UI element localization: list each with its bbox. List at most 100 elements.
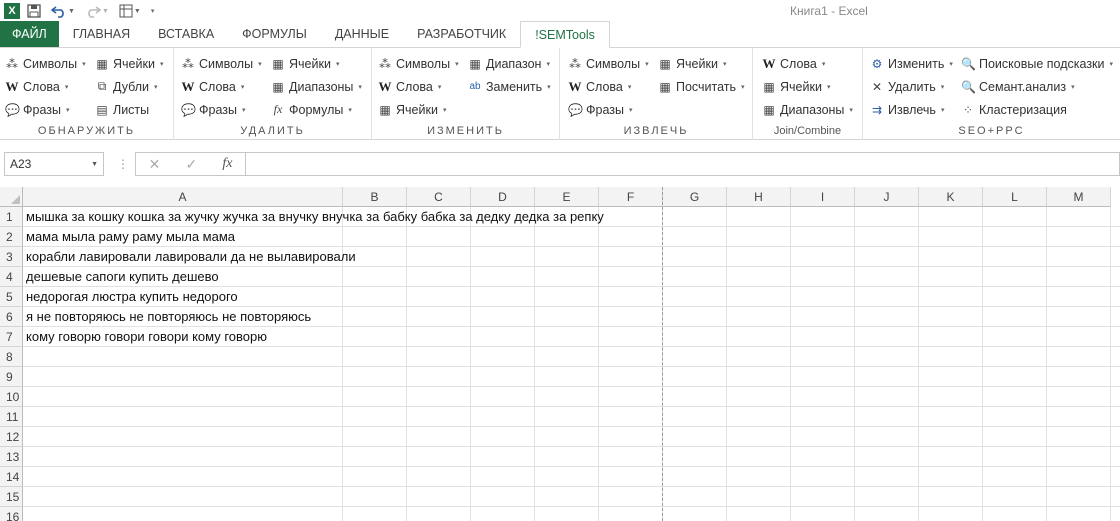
cell-a7[interactable]: кому говорю говори говори кому говорю — [26, 327, 267, 347]
select-all-corner[interactable] — [0, 187, 23, 207]
cell-a5[interactable]: недорогая люстра купить недорого — [26, 287, 238, 307]
extract-phrases-button[interactable]: 💬 Фразы ▾ — [568, 98, 649, 121]
row-header-14[interactable]: 14 — [0, 467, 23, 487]
delete-cells-button[interactable]: ▦ Ячейки ▾ — [271, 52, 362, 75]
gridline — [470, 207, 471, 521]
row-header-12[interactable]: 12 — [0, 427, 23, 447]
ranges-icon: ▦ — [763, 102, 775, 117]
delete-phrases-button[interactable]: 💬 Фразы ▾ — [181, 98, 262, 121]
detect-duplicates-button[interactable]: ⧉ Дубли ▾ — [95, 75, 163, 98]
clustering-button[interactable]: ⁘ Кластеризация — [961, 98, 1113, 121]
column-header-a[interactable]: A — [23, 187, 343, 207]
fx-icon: fx — [273, 102, 283, 116]
extract-words-button[interactable]: W Слова ▾ — [568, 75, 649, 98]
tab-file[interactable]: ФАЙЛ — [0, 21, 59, 47]
row-header-1[interactable]: 1 — [0, 207, 23, 227]
column-header-g[interactable]: G — [663, 187, 727, 207]
column-header-m[interactable]: M — [1047, 187, 1111, 207]
column-header-h[interactable]: H — [727, 187, 791, 207]
gridline — [23, 386, 1120, 387]
row-header-10[interactable]: 10 — [0, 387, 23, 407]
column-header-c[interactable]: C — [407, 187, 471, 207]
insert-function-icon[interactable]: fx — [222, 156, 232, 172]
cell-a3[interactable]: корабли лавировали лавировали да не выла… — [26, 247, 356, 267]
gridline — [23, 486, 1120, 487]
title-bar: X ▼ ▼ ▼ ▾ Книга1 - Excel — [0, 0, 1120, 22]
cell-a2[interactable]: мама мыла раму раму мыла мама — [26, 227, 235, 247]
search-suggestions-button[interactable]: 🔍 Поисковые подсказки ▾ — [961, 52, 1113, 75]
row-header-6[interactable]: 6 — [0, 307, 23, 327]
symbols-icon: ⁂ — [569, 56, 581, 71]
delete-symbols-button[interactable]: ⁂ Символы ▾ — [181, 52, 262, 75]
row-header-5[interactable]: 5 — [0, 287, 23, 307]
row-header-3[interactable]: 3 — [0, 247, 23, 267]
column-header-k[interactable]: K — [919, 187, 983, 207]
tab-developer[interactable]: РАЗРАБОТЧИК — [403, 21, 520, 47]
words-icon: W — [378, 78, 392, 94]
grip-icon[interactable]: ⋮ — [117, 157, 129, 171]
column-header-i[interactable]: I — [791, 187, 855, 207]
modify-cells-button[interactable]: ▦ Ячейки ▾ — [378, 98, 459, 121]
delete-formulas-button[interactable]: fx Формулы ▾ — [271, 98, 362, 121]
name-box[interactable]: A23 ▼ — [4, 152, 104, 176]
modify-range-button[interactable]: ▦ Диапазон ▾ — [468, 52, 551, 75]
seo-extract-button[interactable]: ⇉ Извлечь ▾ — [870, 98, 953, 121]
chevron-down-icon[interactable]: ▼ — [91, 161, 98, 168]
extract-cells-button[interactable]: ▦ Ячейки ▾ — [658, 52, 745, 75]
row-header-15[interactable]: 15 — [0, 487, 23, 507]
replace-button[interactable]: ab Заменить ▾ — [468, 75, 550, 98]
group-extract: ⁂ Символы ▾ W Слова ▾ 💬 Фразы ▾ ▦ Ячейки ▾ ▦ Посч… — [560, 48, 753, 140]
tab-home[interactable]: ГЛАВНАЯ — [59, 21, 144, 47]
join-cells-button[interactable]: ▦ Ячейки ▾ — [762, 75, 853, 98]
tab-semtools[interactable]: !SEMTools — [520, 21, 610, 48]
join-ranges-button[interactable]: ▦ Диапазоны ▾ — [762, 98, 853, 121]
delete-ranges-button[interactable]: ▦ Диапазоны ▾ — [271, 75, 362, 98]
row-header-16[interactable]: 16 — [0, 507, 23, 521]
detect-words-button[interactable]: W Слова ▾ — [5, 75, 86, 98]
words-icon: W — [5, 78, 19, 94]
detect-sheets-button[interactable]: ▤ Листы — [95, 98, 163, 121]
modify-symbols-button[interactable]: ⁂ Символы ▾ — [378, 52, 459, 75]
gridline — [406, 207, 407, 521]
seo-delete-button[interactable]: ✕ Удалить ▾ — [870, 75, 953, 98]
row-header-9[interactable]: 9 — [0, 367, 23, 387]
group-label: Join/Combine — [773, 125, 842, 137]
column-header-d[interactable]: D — [471, 187, 535, 207]
detect-symbols-button[interactable]: ⁂ Символы ▾ — [5, 52, 86, 75]
seo-modify-button[interactable]: ⚙ Изменить ▾ — [870, 52, 953, 75]
cell-a1[interactable]: мышка за кошку кошка за жучку жучка за в… — [26, 207, 604, 227]
row-header-13[interactable]: 13 — [0, 447, 23, 467]
column-header-f[interactable]: F — [599, 187, 663, 207]
gridline — [918, 207, 919, 521]
join-words-button[interactable]: W Слова ▾ — [762, 52, 853, 75]
detect-cells-button[interactable]: ▦ Ячейки ▾ — [95, 52, 163, 75]
modify-words-button[interactable]: W Слова ▾ — [378, 75, 459, 98]
column-header-e[interactable]: E — [535, 187, 599, 207]
cancel-icon[interactable]: ✕ — [149, 156, 161, 173]
column-header-b[interactable]: B — [343, 187, 407, 207]
row-header-11[interactable]: 11 — [0, 407, 23, 427]
cell-a6[interactable]: я не повторяюсь не повторяюсь не повторя… — [26, 307, 311, 327]
row-header-4[interactable]: 4 — [0, 267, 23, 287]
formula-input[interactable] — [245, 152, 1120, 176]
tab-data[interactable]: ДАННЫЕ — [321, 21, 403, 47]
symbols-icon: ⁂ — [379, 56, 391, 71]
duplicates-icon: ⧉ — [97, 79, 107, 93]
worksheet-grid[interactable]: ABCDEFGHIJKLM 1 2 3 4 5 6 7 8 9 10 11 12 13 14 15 16 мы… — [0, 187, 1120, 521]
column-header-l[interactable]: L — [983, 187, 1047, 207]
tab-formulas[interactable]: ФОРМУЛЫ — [228, 21, 321, 47]
column-header-j[interactable]: J — [855, 187, 919, 207]
cell-a4[interactable]: дешевые сапоги купить дешево — [26, 267, 219, 287]
gridline — [982, 207, 983, 521]
count-button[interactable]: ▦ Посчитать ▾ — [658, 75, 744, 98]
semantic-analysis-button[interactable]: 🔍 Семант.анализ ▾ — [961, 75, 1113, 98]
enter-icon[interactable]: ✓ — [185, 156, 197, 173]
extract-symbols-button[interactable]: ⁂ Символы ▾ — [568, 52, 649, 75]
row-header-8[interactable]: 8 — [0, 347, 23, 367]
gridline — [790, 207, 791, 521]
row-header-7[interactable]: 7 — [0, 327, 23, 347]
detect-phrases-button[interactable]: 💬 Фразы ▾ — [5, 98, 86, 121]
delete-words-button[interactable]: W Слова ▾ — [181, 75, 262, 98]
row-header-2[interactable]: 2 — [0, 227, 23, 247]
tab-insert[interactable]: ВСТАВКА — [144, 21, 228, 47]
